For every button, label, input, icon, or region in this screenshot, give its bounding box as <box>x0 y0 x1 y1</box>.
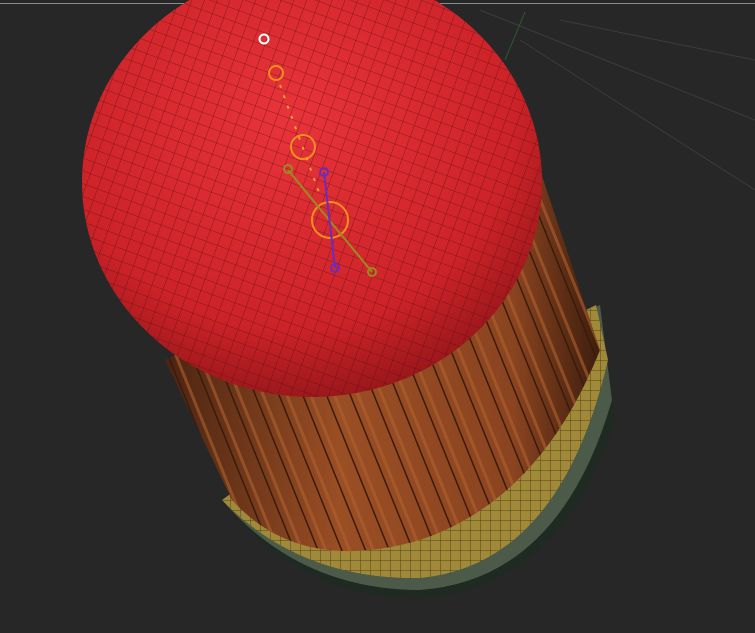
scene[interactable] <box>0 0 755 633</box>
3d-viewport[interactable] <box>0 0 755 633</box>
